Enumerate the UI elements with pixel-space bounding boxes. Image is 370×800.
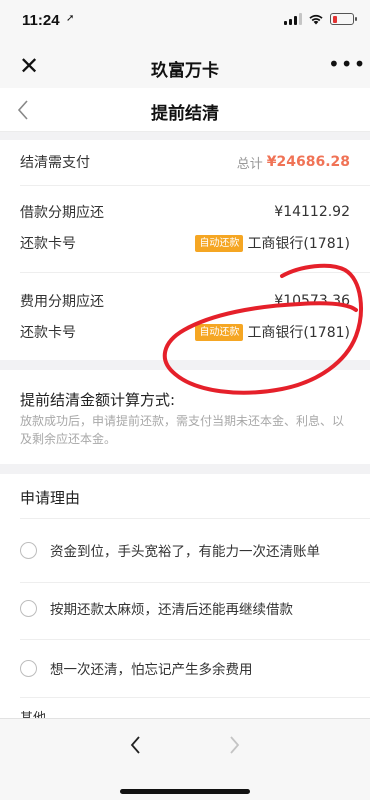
loan-installment-label: 借款分期应还 <box>20 205 104 221</box>
reason-option[interactable]: 想一次还清，怕忘记产生多余费用 <box>20 656 350 680</box>
loan-installment-amount: ¥14112.92 <box>274 204 350 220</box>
divider <box>20 272 370 273</box>
divider <box>20 582 370 583</box>
divider <box>20 185 370 186</box>
chevron-right-icon[interactable] <box>222 733 246 757</box>
divider <box>20 518 370 519</box>
reasons-title: 申请理由 <box>20 489 81 507</box>
reason-option[interactable]: 资金到位，手头宽裕了，有能力一次还清账单 <box>20 538 350 562</box>
bottom-nav-bar <box>0 718 370 800</box>
calculation-description: 放款成功后，申请提前还款，需支付当期未还本金、利息、以及剩余应还本金。 <box>20 414 345 446</box>
radio-button[interactable] <box>20 541 37 559</box>
bank-name: 工商银行(1781) <box>247 325 350 341</box>
radio-button[interactable] <box>20 659 37 677</box>
divider <box>20 697 370 698</box>
app-title: 玖富万卡 <box>151 61 219 81</box>
bank-name: 工商银行(1781) <box>247 236 350 252</box>
status-bar: 11:24 ➚ <box>0 0 370 44</box>
repayment-summary-card: 结清需支付 总计 ¥24686.28 借款分期应还 ¥14112.92 还款卡号… <box>0 140 370 360</box>
fee-card-value: 自动还款 工商银行(1781) <box>195 322 350 342</box>
chevron-left-icon[interactable] <box>124 733 148 757</box>
total-prefix: 总计 <box>236 156 263 172</box>
loan-installment-row: 借款分期应还 ¥14112.92 <box>20 200 350 224</box>
battery-icon <box>330 13 357 25</box>
status-time: 11:24 <box>22 12 60 29</box>
reason-label: 按期还款太麻烦，还清后还能再继续借款 <box>50 602 293 618</box>
loan-card-row[interactable]: 还款卡号 自动还款 工商银行(1781) <box>20 231 350 255</box>
status-indicators <box>284 13 357 25</box>
wechat-nav-bar: ✕ 玖富万卡 ••• <box>0 44 370 88</box>
fee-installment-row: 费用分期应还 ¥10573.36 <box>20 289 350 313</box>
wifi-icon <box>309 14 323 25</box>
auto-repay-badge: 自动还款 <box>195 234 244 252</box>
total-amount: ¥24686.28 <box>266 154 350 170</box>
reason-label: 资金到位，手头宽裕了，有能力一次还清账单 <box>50 544 320 560</box>
reason-label-other: 其他 <box>20 710 46 718</box>
location-arrow-icon: ➚ <box>66 13 75 24</box>
fee-card-label: 还款卡号 <box>20 325 76 341</box>
divider <box>20 639 370 640</box>
calculation-title: 提前结清金额计算方式: <box>20 391 176 409</box>
home-indicator <box>120 789 250 794</box>
summary-label: 结清需支付 <box>20 155 90 171</box>
fee-installment-amount: ¥10573.36 <box>274 293 350 309</box>
page-title: 提前结清 <box>151 104 219 124</box>
auto-repay-badge: 自动还款 <box>195 323 244 341</box>
reason-option[interactable]: 按期还款太麻烦，还清后还能再继续借款 <box>20 596 350 620</box>
loan-card-value: 自动还款 工商银行(1781) <box>195 233 350 253</box>
reason-label: 想一次还清，怕忘记产生多余费用 <box>50 662 253 678</box>
loan-card-label: 还款卡号 <box>20 236 76 252</box>
more-icon[interactable]: ••• <box>328 53 365 79</box>
page-header: 提前结清 <box>0 88 370 132</box>
summary-row: 结清需支付 总计 ¥24686.28 <box>20 150 350 174</box>
cellular-signal-icon <box>284 13 302 25</box>
battery-level <box>332 15 337 23</box>
summary-total: 总计 ¥24686.28 <box>237 153 350 172</box>
radio-button[interactable] <box>20 599 37 617</box>
fee-installment-label: 费用分期应还 <box>20 294 104 310</box>
fee-card-row[interactable]: 还款卡号 自动还款 工商银行(1781) <box>20 320 350 344</box>
